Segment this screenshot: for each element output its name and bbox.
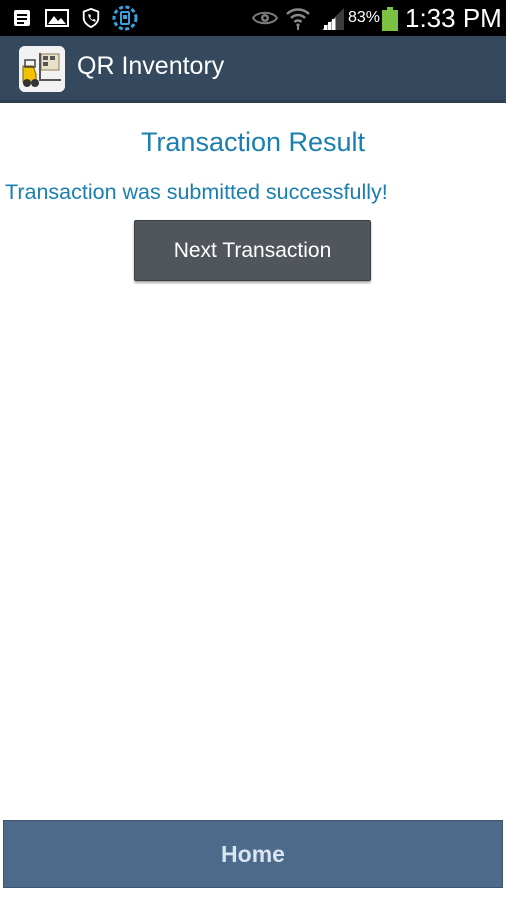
notes-icon	[14, 10, 30, 26]
action-bar: QR Inventory	[0, 36, 506, 102]
shield-phone-icon	[82, 8, 100, 28]
action-bar-divider	[0, 100, 506, 103]
image-icon	[45, 9, 69, 27]
eye-icon	[252, 11, 278, 25]
home-button[interactable]: Home	[3, 820, 503, 888]
result-message: Transaction was submitted successfully!	[5, 180, 388, 204]
battery-percent: 83%	[348, 9, 381, 26]
circuit-gear-icon	[112, 5, 138, 31]
screen: 83% 1:33 PM QR Inventory Transaction Res…	[0, 0, 506, 900]
app-title: QR Inventory	[77, 52, 225, 80]
forklift-icon[interactable]	[19, 46, 65, 92]
home-button-label: Home	[221, 840, 285, 867]
page-title: Transaction Result	[140, 127, 366, 157]
wifi-icon	[286, 8, 310, 30]
clock: 1:33 PM	[405, 3, 502, 33]
battery-icon	[382, 7, 398, 31]
signal-icon	[322, 8, 344, 30]
next-transaction-button[interactable]: Next Transaction	[134, 220, 371, 281]
status-bar: 83% 1:33 PM	[0, 0, 506, 36]
